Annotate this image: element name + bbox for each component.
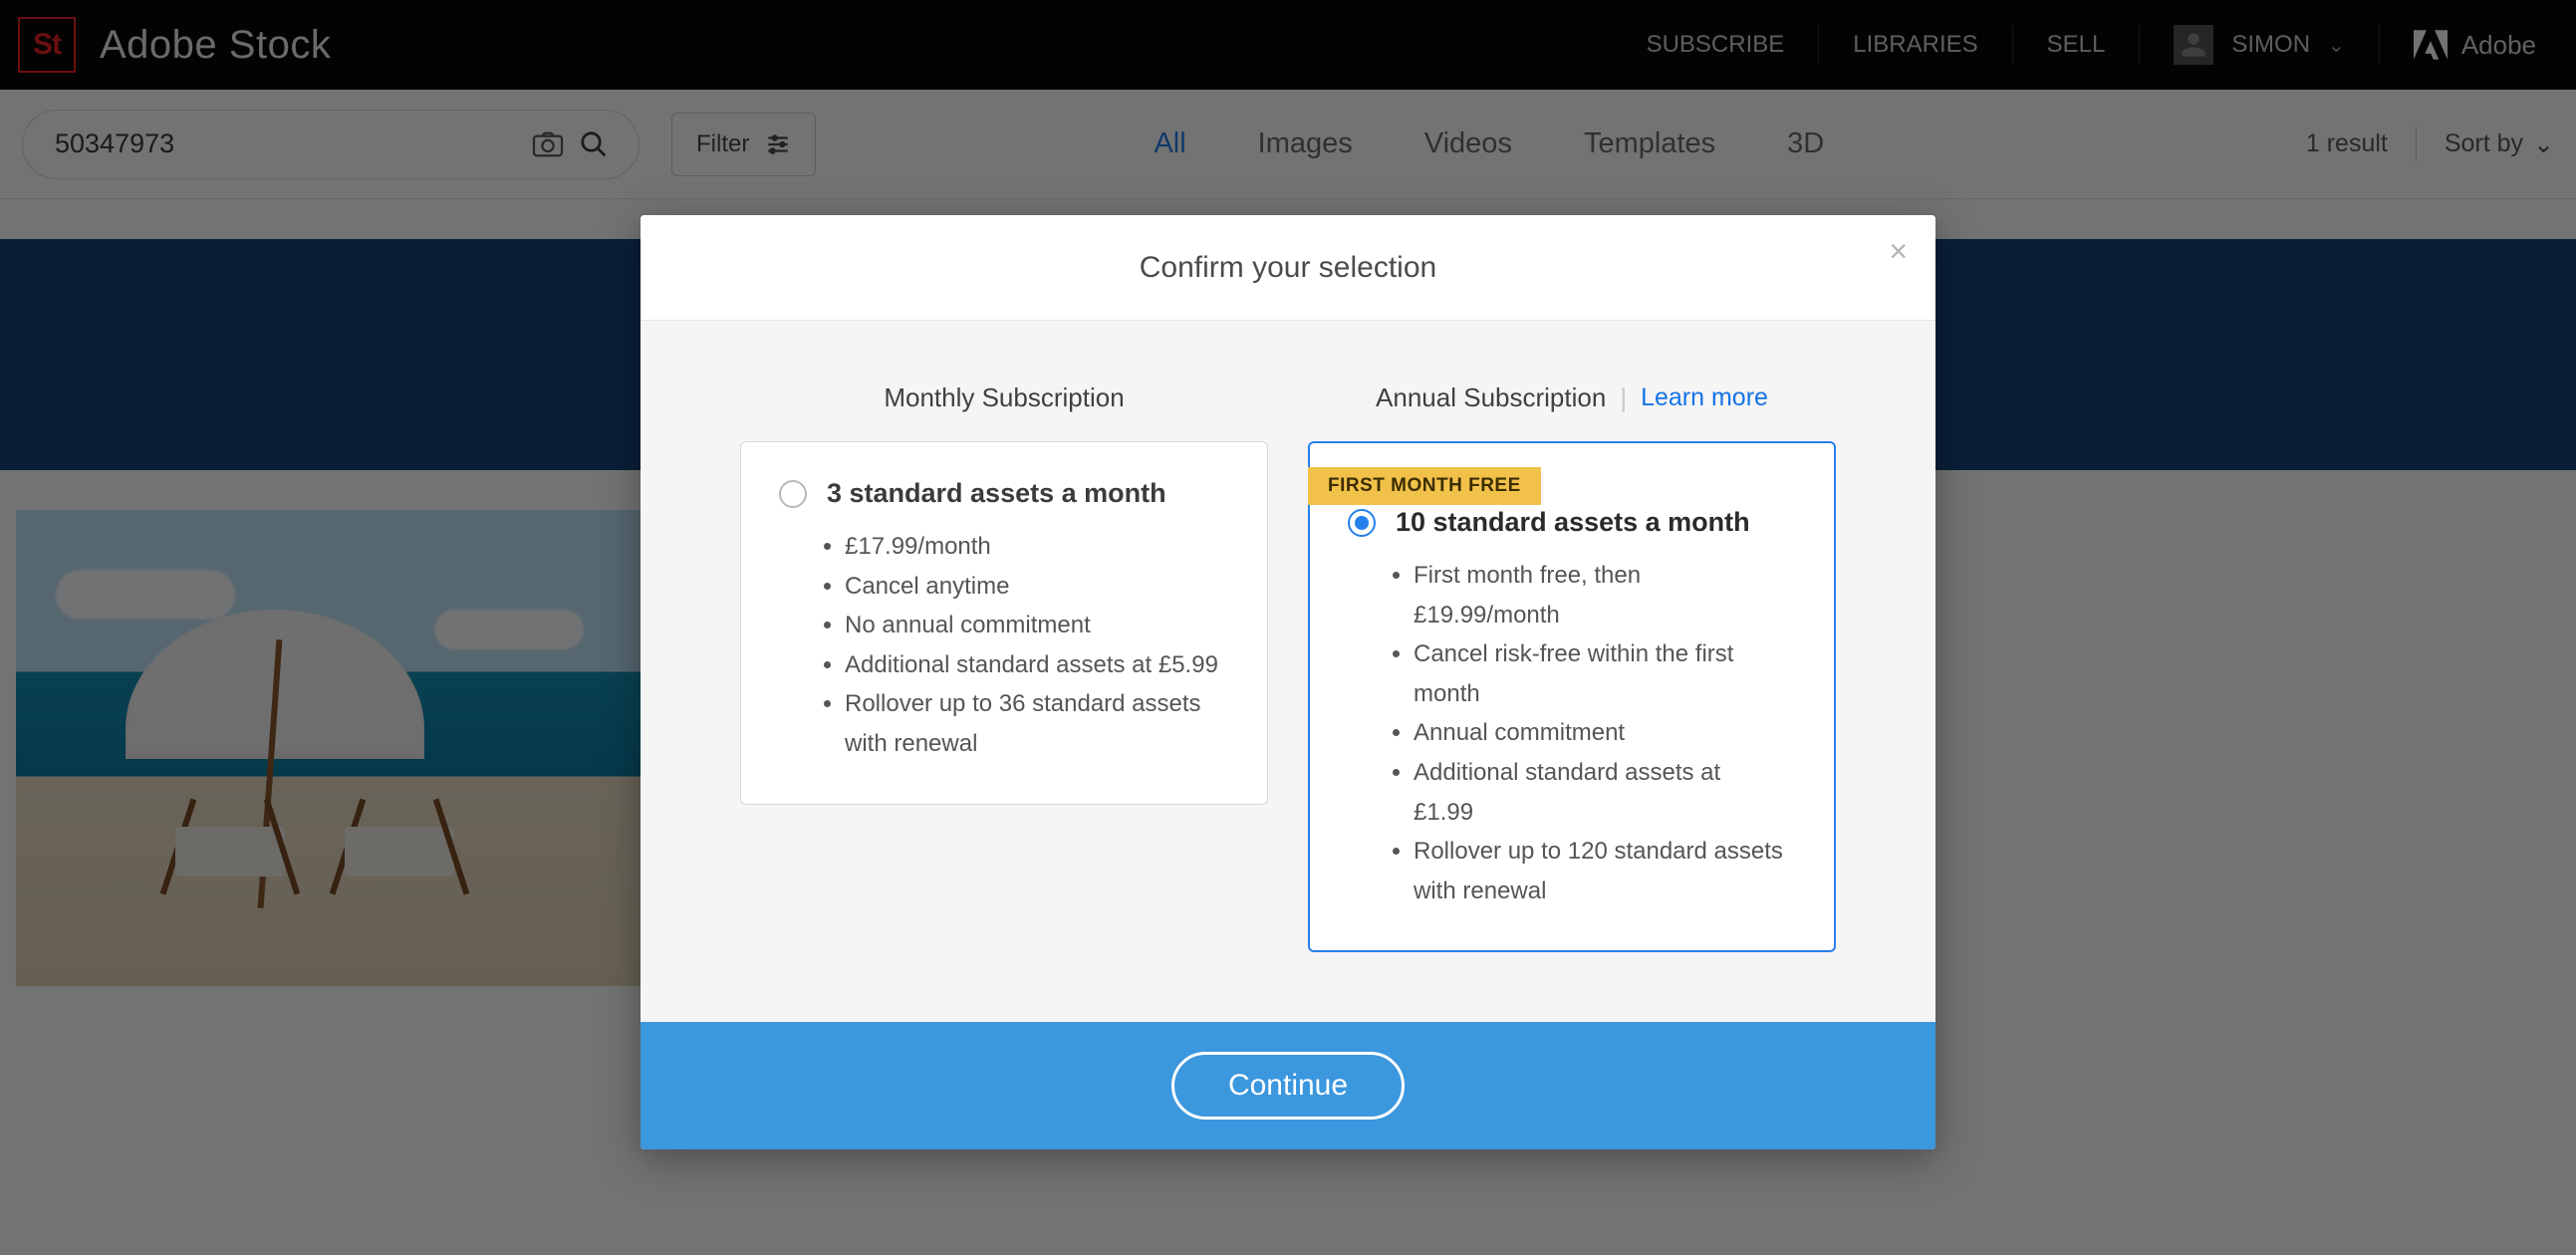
monthly-column: Monthly Subscription 3 standard assets a… bbox=[740, 382, 1268, 952]
list-item: No annual commitment bbox=[845, 606, 1229, 645]
subscription-modal: Confirm your selection × Monthly Subscri… bbox=[641, 215, 1935, 1149]
list-item: Additional standard assets at £1.99 bbox=[1414, 753, 1796, 832]
heading-divider: | bbox=[1620, 382, 1627, 413]
list-item: Annual commitment bbox=[1414, 713, 1796, 753]
monthly-bullets: £17.99/month Cancel anytime No annual co… bbox=[779, 527, 1229, 764]
radio-annual[interactable] bbox=[1348, 509, 1376, 537]
modal-footer: Continue bbox=[641, 1022, 1935, 1149]
annual-heading-text: Annual Subscription bbox=[1376, 382, 1606, 413]
first-month-free-badge: FIRST MONTH FREE bbox=[1308, 467, 1541, 505]
annual-plan-card[interactable]: FIRST MONTH FREE 10 standard assets a mo… bbox=[1308, 441, 1836, 952]
list-item: Rollover up to 36 standard assets with r… bbox=[845, 684, 1229, 763]
close-icon[interactable]: × bbox=[1889, 235, 1908, 267]
annual-plan-title: 10 standard assets a month bbox=[1396, 507, 1750, 538]
monthly-plan-title: 3 standard assets a month bbox=[827, 478, 1166, 509]
list-item: Cancel risk-free within the first month bbox=[1414, 634, 1796, 713]
list-item: Cancel anytime bbox=[845, 567, 1229, 607]
radio-monthly[interactable] bbox=[779, 480, 807, 508]
annual-radio-row: 10 standard assets a month bbox=[1348, 507, 1796, 538]
modal-body: Monthly Subscription 3 standard assets a… bbox=[641, 321, 1935, 1022]
modal-header: Confirm your selection × bbox=[641, 215, 1935, 321]
annual-bullets: First month free, then £19.99/month Canc… bbox=[1348, 556, 1796, 910]
annual-heading: Annual Subscription | Learn more bbox=[1376, 382, 1768, 413]
learn-more-link[interactable]: Learn more bbox=[1641, 383, 1768, 412]
list-item: £17.99/month bbox=[845, 527, 1229, 567]
monthly-plan-card[interactable]: 3 standard assets a month £17.99/month C… bbox=[740, 441, 1268, 805]
continue-button[interactable]: Continue bbox=[1171, 1052, 1405, 1120]
monthly-radio-row: 3 standard assets a month bbox=[779, 478, 1229, 509]
list-item: Rollover up to 120 standard assets with … bbox=[1414, 832, 1796, 910]
list-item: First month free, then £19.99/month bbox=[1414, 556, 1796, 634]
modal-title: Confirm your selection bbox=[1140, 251, 1436, 285]
monthly-heading: Monthly Subscription bbox=[884, 382, 1124, 413]
list-item: Additional standard assets at £5.99 bbox=[845, 645, 1229, 685]
modal-overlay: Confirm your selection × Monthly Subscri… bbox=[0, 0, 2576, 1255]
annual-column: Annual Subscription | Learn more FIRST M… bbox=[1308, 382, 1836, 952]
